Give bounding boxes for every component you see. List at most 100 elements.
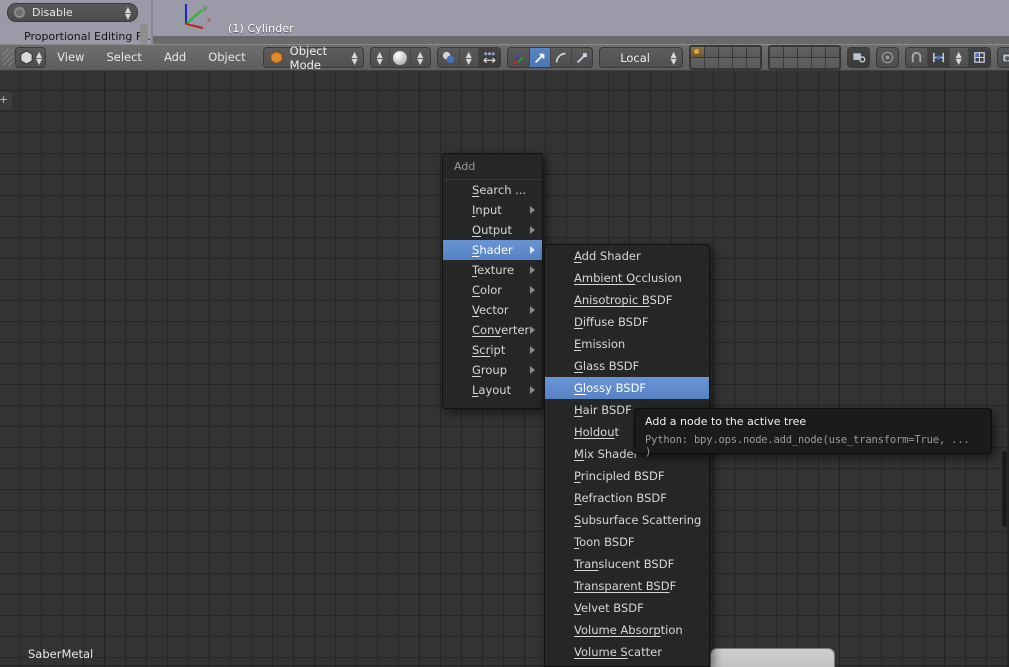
add-menu-item[interactable]: Layout <box>443 380 542 400</box>
snap-grid-button[interactable] <box>968 48 990 67</box>
layer-cell[interactable] <box>746 58 760 68</box>
svg-text:y: y <box>203 4 207 12</box>
add-menu[interactable]: Add Search ... Input Output Shader Texture Co… <box>442 153 543 409</box>
node-partial-bottom[interactable] <box>710 648 835 667</box>
layer-cell[interactable] <box>811 58 825 68</box>
layer-cell[interactable] <box>704 58 718 68</box>
scene-tools-group[interactable] <box>846 47 870 68</box>
add-menu-item[interactable]: Shader <box>443 240 542 260</box>
layer-cell[interactable] <box>783 58 797 68</box>
snap-group[interactable]: ▲ ▼ <box>904 47 991 68</box>
add-menu-item[interactable]: Output <box>443 220 542 240</box>
add-menu-item[interactable]: Script <box>443 340 542 360</box>
layer-cell[interactable] <box>783 47 797 57</box>
viewport-shading-button[interactable] <box>390 48 411 67</box>
editor-type-selector[interactable]: ▲ ▼ <box>15 47 47 68</box>
layer-cell[interactable] <box>718 47 732 57</box>
shader-submenu-item[interactable]: Velvet BSDF <box>545 597 709 619</box>
area-corner-handle[interactable] <box>0 44 14 71</box>
layer-cell[interactable] <box>825 58 839 68</box>
shader-submenu-item[interactable]: Volume Scatter <box>545 641 709 663</box>
shading-prev-button[interactable]: ▲ ▼ <box>371 48 390 67</box>
proportional-group[interactable] <box>875 47 899 68</box>
menu-item-label: slucent BSDF <box>598 557 675 571</box>
shader-submenu-item[interactable]: Subsurface Scattering <box>545 509 709 531</box>
layer-cell[interactable] <box>732 47 746 57</box>
shader-submenu-item[interactable]: Principled BSDF <box>545 465 709 487</box>
layer-cell[interactable] <box>769 58 783 68</box>
layer-cell[interactable] <box>732 58 746 68</box>
shader-submenu-item[interactable]: Emission <box>545 333 709 355</box>
shader-submenu-item[interactable]: Add Shader <box>545 245 709 267</box>
menu-item-label: olor <box>480 283 503 297</box>
layer-cell[interactable] <box>690 47 704 57</box>
menu-item-accel: Volume S <box>574 645 628 659</box>
chevron-updown-icon[interactable]: ▲ ▼ <box>671 50 677 65</box>
layer-cell[interactable] <box>746 47 760 57</box>
layer-cell[interactable] <box>704 47 718 57</box>
translate-manipulator-button[interactable] <box>529 48 551 67</box>
shader-submenu-item[interactable]: Volume Absorption <box>545 619 709 641</box>
shader-submenu-item[interactable]: Glossy BSDF <box>545 377 709 399</box>
proportional-edit-button[interactable] <box>877 48 898 67</box>
shader-submenu-item[interactable]: Anisotropic BSDF <box>545 289 709 311</box>
menu-object[interactable]: Object <box>197 44 256 71</box>
layer-cell[interactable] <box>825 47 839 57</box>
add-menu-item[interactable]: Texture <box>443 260 542 280</box>
shader-submenu-item[interactable]: Translucent BSDF <box>545 553 709 575</box>
manipulate-centers-button[interactable] <box>478 48 500 67</box>
arrows-horizontal-icon <box>483 52 496 64</box>
scene-layers-block-2[interactable] <box>767 45 841 70</box>
scene-layers-block-1[interactable] <box>688 45 762 70</box>
layer-cell[interactable] <box>811 47 825 57</box>
interaction-mode-dropdown[interactable]: Object Mode ▲ ▼ <box>262 44 364 72</box>
rotate-manipulator-button[interactable] <box>551 48 572 67</box>
add-menu-item[interactable]: Input <box>443 200 542 220</box>
shader-submenu-item[interactable]: Refraction BSDF <box>545 487 709 509</box>
chevron-updown-icon[interactable]: ▲ ▼ <box>125 5 131 20</box>
layer-cell[interactable] <box>797 47 811 57</box>
menu-select[interactable]: Select <box>95 44 152 71</box>
shader-submenu-item[interactable]: Glass BSDF <box>545 355 709 377</box>
shading-next-button[interactable]: ▲ ▼ <box>411 48 430 67</box>
layer-cell[interactable] <box>718 58 732 68</box>
transform-orientation-dropdown[interactable]: Local ▲ ▼ <box>598 47 683 68</box>
snap-toggle-button[interactable] <box>906 48 928 67</box>
add-menu-item[interactable]: Vector <box>443 300 542 320</box>
add-menu-item[interactable]: Search ... <box>443 180 542 200</box>
pivot-group[interactable]: ▲ ▼ <box>436 47 501 68</box>
menu-add[interactable]: Add <box>153 44 197 71</box>
chevron-updown-icon[interactable]: ▲ ▼ <box>352 50 358 65</box>
layer-cell[interactable] <box>690 58 704 68</box>
chevron-updown-icon[interactable]: ▲ ▼ <box>36 50 42 65</box>
shader-submenu-item[interactable]: Diffuse BSDF <box>545 311 709 333</box>
pivot-point-button[interactable] <box>438 48 460 67</box>
shading-mode-group[interactable]: ▲ ▼ ▲ ▼ <box>369 47 431 68</box>
opengl-render-image-button[interactable] <box>998 48 1009 67</box>
panel-scrollbar[interactable] <box>140 24 148 44</box>
node-editor-vertical-scrollbar[interactable] <box>1002 451 1007 527</box>
snap-target-button[interactable]: ▲ ▼ <box>950 48 969 67</box>
layer-cell[interactable] <box>797 58 811 68</box>
menu-view[interactable]: View <box>46 44 95 71</box>
shader-submenu-item[interactable]: Ambient Occlusion <box>545 267 709 289</box>
shader-submenu-item[interactable]: Transparent BSDF <box>545 575 709 597</box>
proportional-editing-dropdown[interactable]: Disable ▲ ▼ <box>7 3 138 22</box>
tool-shelf-tab-handle[interactable]: + <box>0 92 12 109</box>
scale-manipulator-button[interactable] <box>572 48 592 67</box>
menu-item-label: F <box>669 579 677 593</box>
add-menu-item[interactable]: Group <box>443 360 542 380</box>
blender-window: y x (1) Cylinder Disable ▲ ▼ Proportional… <box>0 0 1009 667</box>
menu-item-label: oon BSDF <box>579 535 635 549</box>
shader-submenu-item[interactable]: Toon BSDF <box>545 531 709 553</box>
snap-element-button[interactable] <box>927 48 950 67</box>
layer-cell[interactable] <box>769 47 783 57</box>
add-menu-item[interactable]: Color <box>443 280 542 300</box>
render-shading-button[interactable] <box>847 48 869 67</box>
manipulator-group[interactable] <box>506 47 593 68</box>
opengl-render-group[interactable] <box>996 47 1009 68</box>
menu-item-accel: Holdou <box>574 425 615 439</box>
add-menu-item[interactable]: Converter <box>443 320 542 340</box>
manipulator-toggle-button[interactable] <box>508 48 530 67</box>
pivot-select-button[interactable]: ▲ ▼ <box>460 48 479 67</box>
